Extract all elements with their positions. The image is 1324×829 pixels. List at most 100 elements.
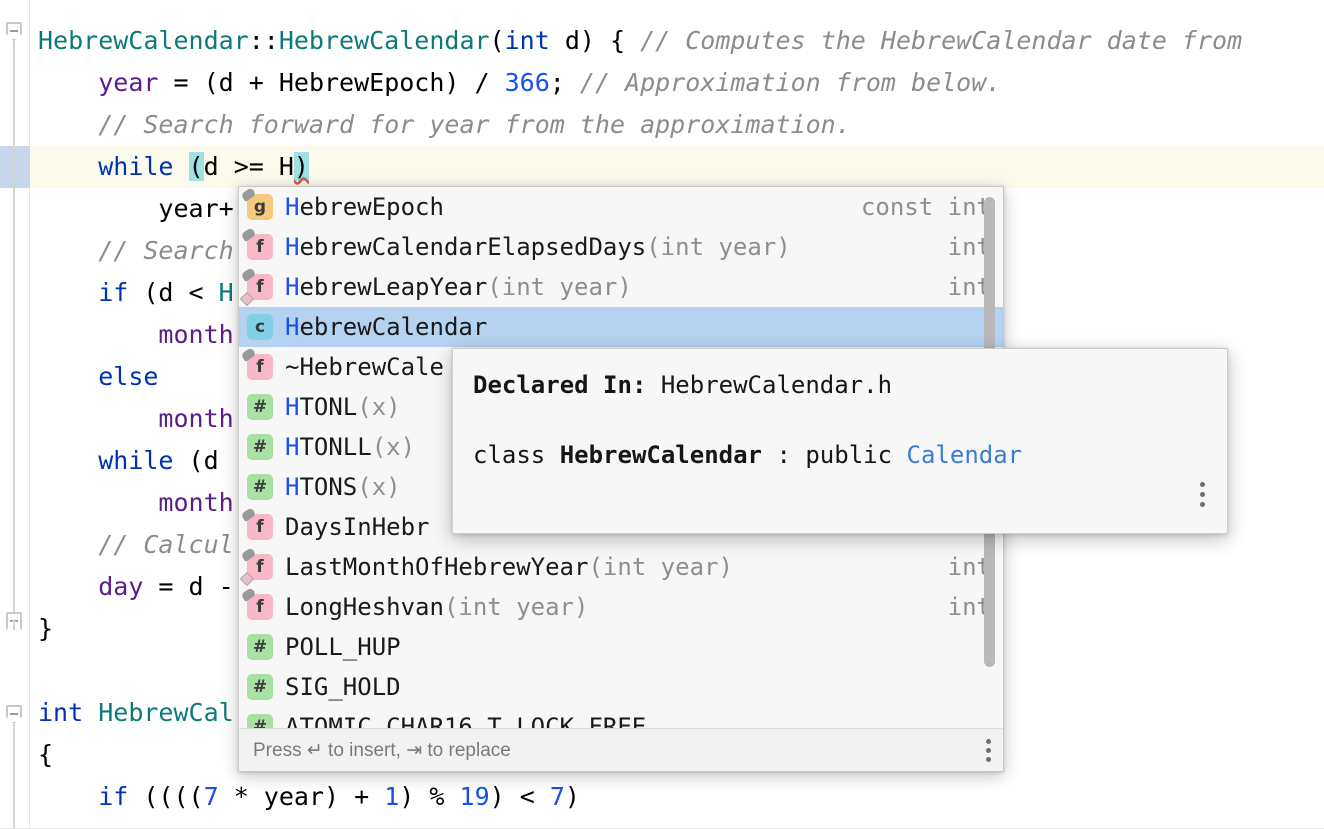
fold-toggle-function-icon[interactable] <box>6 705 22 724</box>
completion-item[interactable]: #ATOMIC_CHAR16_T_LOCK_FREE <box>239 707 1004 730</box>
documentation-more-options-icon[interactable] <box>1199 482 1205 507</box>
code-token: ; <box>550 68 580 97</box>
sig-space-1 <box>545 441 559 469</box>
completion-item[interactable]: #POLL_HUP <box>239 627 1004 667</box>
completion-hint-text: Press ↵ to insert, ⇥ to replace <box>253 739 511 762</box>
macro-icon: # <box>247 394 273 420</box>
code-token: // Search forward for year from the appr… <box>98 110 851 139</box>
completion-item[interactable]: fHebrewLeapYear(int year)int <box>239 267 1004 307</box>
code-token: 7 <box>204 782 219 811</box>
completion-item[interactable]: gHebrewEpochconst int <box>239 187 1004 227</box>
matched-prefix: H <box>285 433 299 461</box>
completion-item-label: HebrewLeapYear(int year) <box>285 273 632 301</box>
completion-item-name: POLL_HUP <box>285 633 401 661</box>
completion-item-type: const int <box>837 193 991 221</box>
code-token: = d - <box>143 572 233 601</box>
code-indent <box>38 194 158 223</box>
matched-prefix: H <box>285 313 299 341</box>
completion-item-signature: (x) <box>357 393 400 421</box>
code-line[interactable]: if ((((7 * year) + 1) % 19) < 7) <box>30 776 1324 818</box>
sig-space-2 <box>762 441 776 469</box>
code-token: year <box>98 68 158 97</box>
code-token: HebrewCal <box>98 698 233 727</box>
declared-in-label: Declared In: <box>473 371 646 399</box>
completion-item-label: LongHeshvan(int year) <box>285 593 588 621</box>
code-indent <box>38 110 98 139</box>
completion-item-name: ebrewLeapYear <box>299 273 487 301</box>
completion-item[interactable]: fHebrewCalendarElapsedDays(int year)int <box>239 227 1004 267</box>
code-line[interactable]: year = (d + HebrewEpoch) / 366; // Appro… <box>30 62 1324 104</box>
completion-item-signature: (int year) <box>487 273 632 301</box>
completion-item-name: ebrewCalendar <box>299 313 487 341</box>
function-icon: f <box>247 514 273 540</box>
completion-item-type: int <box>924 593 991 621</box>
completion-item[interactable]: cHebrewCalendar <box>239 307 1004 347</box>
kebab-dot <box>986 739 991 744</box>
pin-ornament-icon <box>241 507 257 522</box>
code-indent <box>38 236 98 265</box>
matched-prefix: H <box>285 393 299 421</box>
completion-item-signature: (x) <box>372 433 415 461</box>
code-token: ) % <box>399 782 459 811</box>
completion-item-name: LongHeshvan <box>285 593 444 621</box>
matched-prefix: H <box>285 233 299 261</box>
completion-item-name: ebrewCalendarElapsedDays <box>299 233 646 261</box>
code-token: 366 <box>505 68 550 97</box>
pin-ornament-icon <box>241 587 257 602</box>
code-token <box>83 698 98 727</box>
kebab-dot <box>1200 482 1205 487</box>
declared-in-spacer <box>646 371 660 399</box>
code-line[interactable]: HebrewCalendar::HebrewCalendar(int d) { … <box>30 20 1324 62</box>
completion-item-label: HebrewCalendar <box>285 313 487 341</box>
completion-item-label: ~HebrewCale <box>285 353 444 381</box>
code-token: } <box>38 614 53 643</box>
code-token: // Calcul <box>98 530 233 559</box>
declared-in-value: HebrewCalendar.h <box>661 371 892 399</box>
signature-class-name: HebrewCalendar <box>560 441 762 469</box>
code-indent <box>38 362 98 391</box>
documentation-popup[interactable]: Declared In: HebrewCalendar.h class Hebr… <box>452 348 1228 534</box>
kebab-dot <box>1200 502 1205 507</box>
completion-item-label: HTONL(x) <box>285 393 401 421</box>
code-token: d >= H <box>204 152 294 181</box>
signature-keyword: class <box>473 441 545 469</box>
code-token: // Search <box>98 236 233 265</box>
completion-item[interactable]: f LongHeshvan(int year) int <box>239 587 1004 627</box>
completion-item-name: ~H <box>285 353 314 381</box>
completion-item-name: ebrewEpoch <box>299 193 444 221</box>
completion-item[interactable]: fLastMonthOfHebrewYear(int year)int <box>239 547 1004 587</box>
code-line[interactable]: // Search forward for year from the appr… <box>30 104 1324 146</box>
completion-item-label: HebrewEpoch <box>285 193 444 221</box>
completion-item-type: int <box>924 233 991 261</box>
completion-item-type: int <box>924 273 991 301</box>
fold-region-line-constructor <box>13 40 15 630</box>
editor-gutter[interactable] <box>0 0 30 829</box>
code-indent <box>38 488 158 517</box>
virtual-marker-icon <box>240 572 254 586</box>
fold-toggle-constructor-icon[interactable] <box>6 22 22 41</box>
completion-item-label: HTONLL(x) <box>285 433 415 461</box>
fold-region-line-function <box>13 724 15 829</box>
completion-more-options-icon[interactable] <box>985 739 991 762</box>
code-token: int <box>505 26 550 55</box>
matched-prefix: H <box>285 473 299 501</box>
code-token: while <box>98 446 173 475</box>
kebab-dot <box>986 748 991 753</box>
code-token: month <box>158 488 233 517</box>
code-token: if <box>98 782 128 811</box>
completion-item-name-cont: ebrewCale <box>314 353 444 381</box>
code-indent <box>38 782 98 811</box>
code-token: // Approximation from below. <box>580 68 1001 97</box>
completion-item-label: HTONS(x) <box>285 473 401 501</box>
kebab-dot <box>1200 492 1205 497</box>
function-icon: f <box>247 594 273 620</box>
code-token: ) < <box>490 782 550 811</box>
code-token <box>173 152 188 181</box>
function-icon: f <box>247 354 273 380</box>
sig-space-4 <box>892 441 906 469</box>
macro-icon: # <box>247 674 273 700</box>
code-line[interactable]: while (d >= H) <box>30 146 1324 188</box>
signature-base-class-link[interactable]: Calendar <box>907 441 1023 469</box>
completion-item[interactable]: #SIG_HOLD <box>239 667 1004 707</box>
code-indent <box>38 530 98 559</box>
